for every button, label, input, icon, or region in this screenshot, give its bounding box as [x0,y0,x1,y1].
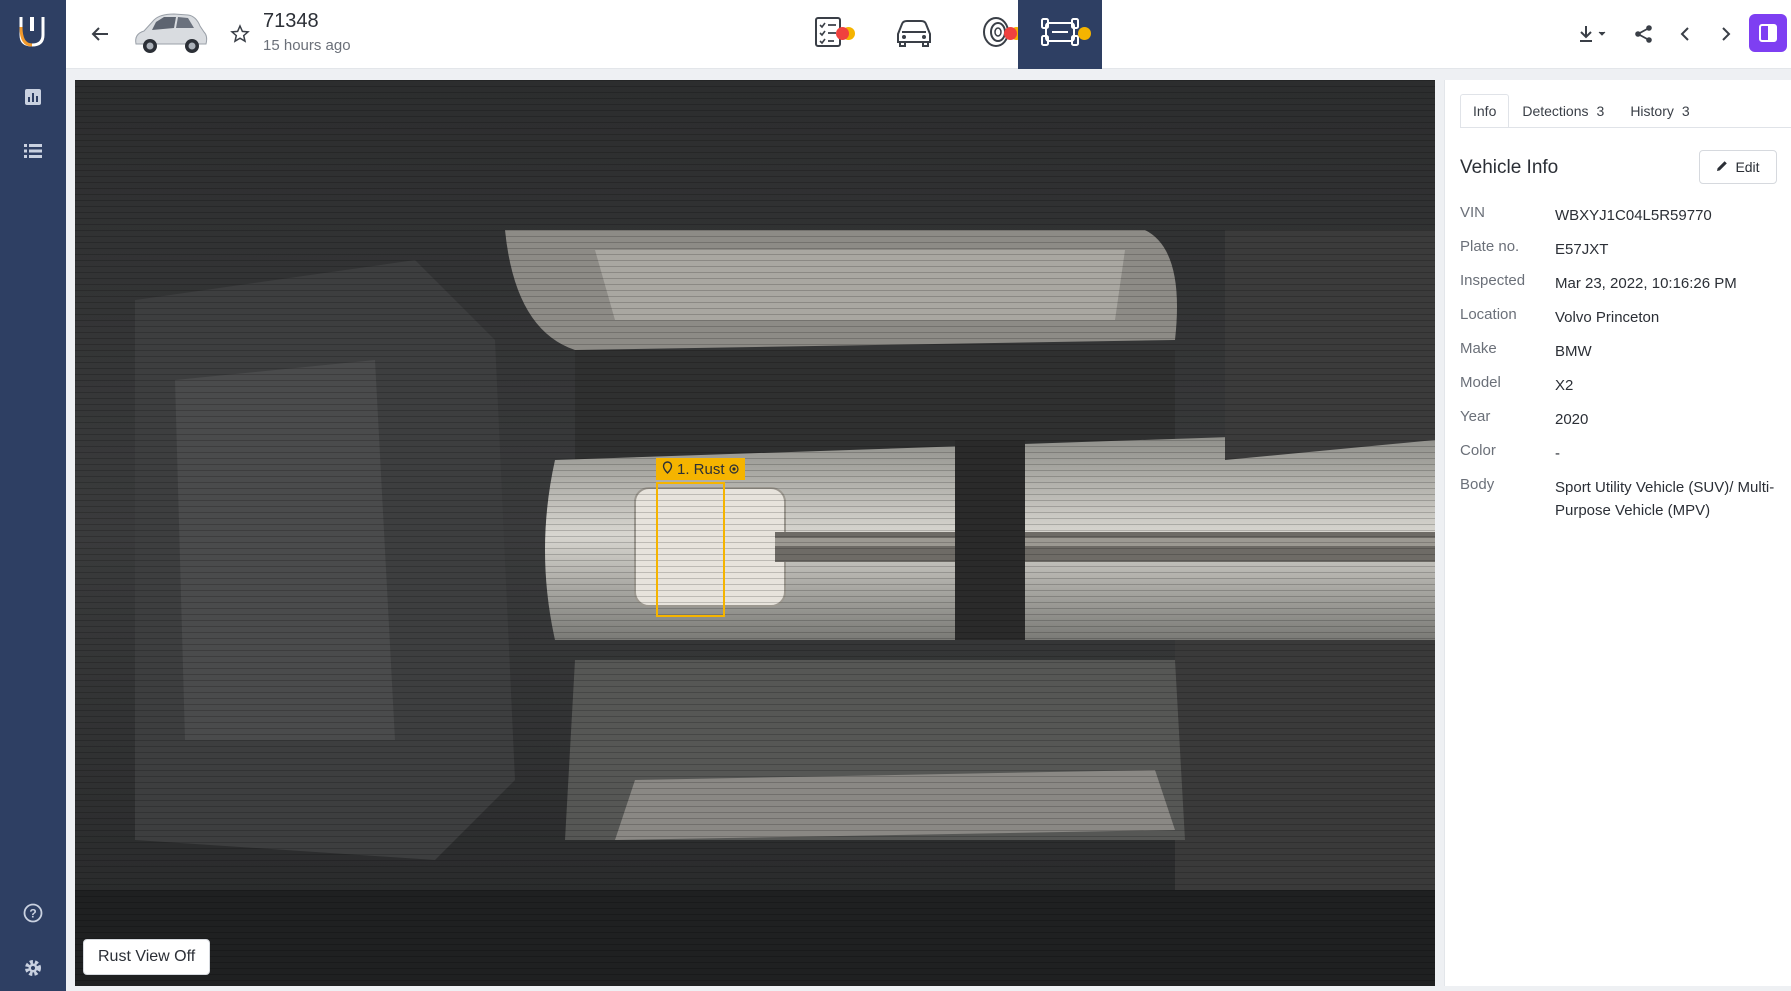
info-value: E57JXT [1555,241,1609,258]
previous-chevron-icon[interactable] [1670,19,1700,49]
tires-status-dot [1004,27,1017,40]
pencil-icon [1716,159,1728,175]
analytics-icon[interactable] [19,83,47,111]
info-key: VIN [1460,204,1486,221]
app-logo[interactable] [17,13,47,49]
edit-label: Edit [1735,159,1760,175]
info-value: - [1555,445,1560,462]
rust-detection-label[interactable]: 1. Rust [656,458,745,480]
info-value: 2020 [1555,411,1589,428]
download-icon[interactable] [1574,19,1614,49]
info-key: Color [1460,442,1496,459]
info-key: Model [1460,374,1501,391]
vehicle-thumbnail[interactable] [130,6,210,62]
checklist-status-dot [836,27,849,40]
detection-label-text: 1. Rust [677,460,725,478]
undercarriage-status-dot [1078,27,1091,40]
left-rail: ? [0,0,66,991]
tab-detections-label: Detections [1522,103,1589,119]
tab-history-label: History [1630,103,1674,119]
tab-detections[interactable]: Detections 3 [1509,94,1617,128]
next-chevron-icon[interactable] [1711,19,1741,49]
edit-button[interactable]: Edit [1699,150,1777,184]
target-icon [728,461,739,478]
info-key: Inspected [1460,272,1526,289]
tab-history-count: 3 [1681,103,1690,119]
tab-info-label: Info [1473,103,1497,119]
undercarriage-image-viewer[interactable]: 1. Rust Rust View Off [75,80,1435,986]
help-icon[interactable]: ? [19,899,47,927]
info-key: Plate no. [1460,238,1520,255]
mode-checklist[interactable] [788,0,872,69]
car-front-icon [894,16,934,53]
info-key: Make [1460,340,1497,357]
info-value: WBXYJ1C04L5R59770 [1555,207,1712,224]
info-value: Mar 23, 2022, 10:16:26 PM [1555,275,1737,292]
panel-tabs: Info Detections 3 History 3 [1460,94,1703,128]
undercarriage-icon [1040,15,1080,54]
share-icon[interactable] [1629,19,1659,49]
info-key: Body [1460,476,1495,493]
vehicle-id: 71348 [263,10,319,32]
info-value: BMW [1555,343,1592,360]
back-arrow-icon[interactable] [86,20,114,48]
mode-car-body[interactable] [872,0,956,69]
info-key: Location [1460,306,1517,323]
inspection-age: 15 hours ago [263,37,351,54]
mode-undercarriage[interactable] [1018,0,1102,69]
rust-detection-box[interactable] [656,482,725,617]
tabs-divider [1460,127,1791,128]
details-panel: Info Detections 3 History 3 Vehicle Info… [1444,80,1791,986]
list-icon[interactable] [19,137,47,165]
info-value: X2 [1555,377,1574,394]
tab-history[interactable]: History 3 [1617,94,1702,128]
settings-gear-icon[interactable] [19,954,47,982]
rust-view-toggle-button[interactable]: Rust View Off [83,939,211,975]
tab-detections-count: 3 [1596,103,1605,119]
svg-text:?: ? [29,907,36,921]
favorite-star-icon[interactable] [226,20,254,48]
undercarriage-scan-image [75,80,1435,986]
section-title: Vehicle Info [1460,157,1559,178]
side-panel-toggle-icon[interactable] [1749,14,1787,52]
info-value: Volvo Princeton [1555,309,1660,326]
info-key: Year [1460,408,1491,425]
top-bar: 71348 15 hours ago [66,0,1791,69]
pin-icon [662,460,673,478]
tab-info[interactable]: Info [1460,94,1510,128]
info-value: Sport Utility Vehicle (SUV)/ Multi-Purpo… [1555,479,1775,519]
